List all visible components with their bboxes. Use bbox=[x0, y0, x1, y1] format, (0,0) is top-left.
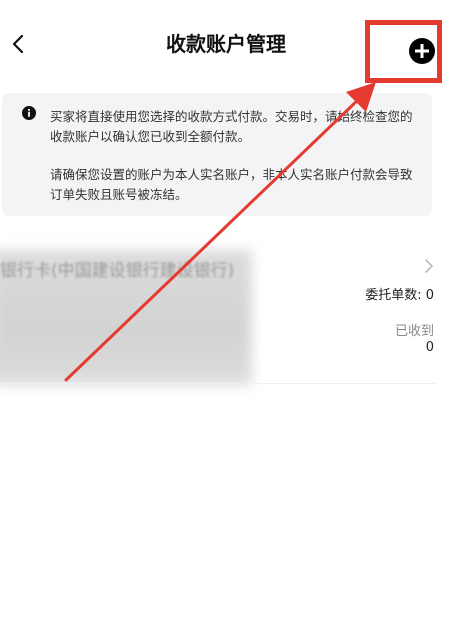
notice-paragraph-2: 请确保您设置的账户为本人实名账户，非本人实名账户付款会导致订单失败且账号被冻结。 bbox=[50, 167, 413, 202]
received-value: 0 bbox=[425, 340, 434, 355]
highlight-box bbox=[365, 20, 442, 83]
notice-paragraph-1: 买家将直接使用您选择的收款方式付款。交易时，请始终检查您的收款账户以确认您已收到… bbox=[50, 109, 413, 144]
account-list-item[interactable]: 银行卡(中国建设银行建设银行) 委托单数: 0 已收到 0 bbox=[0, 240, 452, 390]
received-label: 已收到 bbox=[394, 324, 434, 339]
chevron-right-icon bbox=[425, 259, 434, 273]
account-name: 银行卡(中国建设银行建设银行) bbox=[0, 261, 235, 281]
entrust-value: 0 bbox=[425, 288, 434, 303]
plus-circle-icon[interactable] bbox=[407, 36, 437, 66]
entrust-label: 委托单数 bbox=[365, 288, 418, 303]
entrust-count: 委托单数: 0 bbox=[365, 288, 434, 303]
header-bar: 收款账户管理 bbox=[0, 0, 452, 88]
notice-box: 买家将直接使用您选择的收款方式付款。交易时，请始终检查您的收款账户以确认您已收到… bbox=[2, 93, 432, 216]
info-icon bbox=[22, 106, 36, 120]
divider bbox=[0, 383, 435, 384]
